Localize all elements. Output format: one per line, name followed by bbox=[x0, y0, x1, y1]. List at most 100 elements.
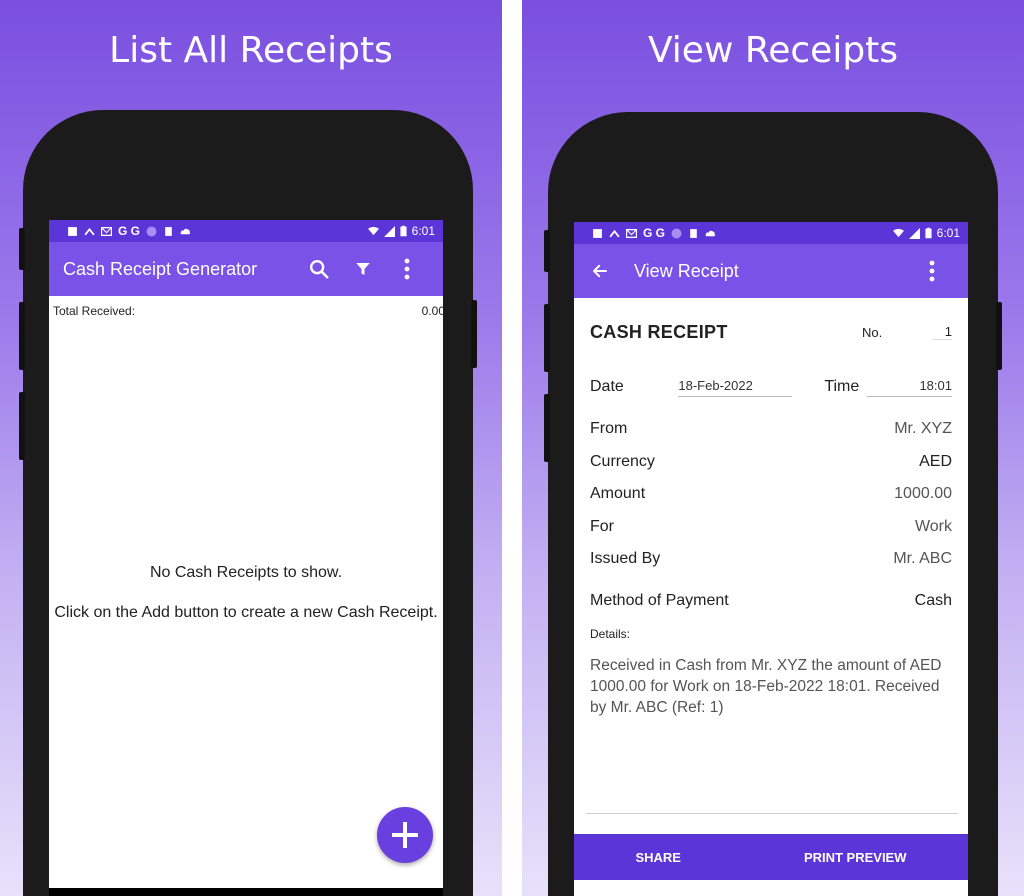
phone-side-button bbox=[544, 394, 550, 462]
panel-caption: View Receipts bbox=[647, 30, 899, 71]
field-issued-by: Issued By Mr. ABC bbox=[590, 543, 952, 576]
date-time-row: Date 18-Feb-2022 Time 18:01 bbox=[590, 366, 952, 408]
app-title: View Receipt bbox=[634, 260, 739, 281]
cloud-icon bbox=[705, 230, 716, 236]
circle-icon bbox=[146, 226, 157, 236]
time-field[interactable]: 18:01 bbox=[866, 378, 952, 397]
receipt-number: 1 bbox=[932, 324, 952, 340]
sd-card-icon bbox=[165, 226, 172, 236]
notification-icons: G G bbox=[592, 226, 716, 240]
back-arrow-icon bbox=[593, 264, 607, 278]
field-label: Issued By bbox=[590, 550, 661, 568]
field-for: For Work bbox=[590, 511, 952, 544]
system-nav-bar bbox=[49, 888, 443, 896]
details-text: Received in Cash from Mr. XYZ the amount… bbox=[590, 657, 942, 716]
notification-icons: G G bbox=[67, 224, 191, 238]
share-button[interactable]: SHARE bbox=[635, 850, 681, 865]
signal-icon bbox=[383, 225, 395, 237]
more-vert-icon bbox=[404, 258, 410, 280]
app-screen: G G 6:01 View Receipt CASH RECEIPT No. 1… bbox=[574, 222, 968, 896]
cloud-icon bbox=[180, 228, 191, 234]
right-promo-panel: View Receipts G G 6:01 View Receipt CASH… bbox=[522, 0, 1024, 896]
back-button[interactable] bbox=[578, 249, 622, 293]
field-value: Cash bbox=[914, 591, 952, 609]
field-value: Mr. XYZ bbox=[894, 420, 952, 438]
phone-side-button bbox=[19, 392, 25, 460]
system-status: 6:01 bbox=[367, 224, 435, 238]
total-received-value: 0.00 bbox=[421, 304, 443, 318]
divider bbox=[586, 813, 958, 814]
field-value: AED bbox=[919, 452, 952, 470]
left-promo-panel: List All Receipts G G 6:01 Cash Receipt … bbox=[0, 0, 502, 896]
status-bar: G G 6:01 bbox=[49, 220, 443, 242]
empty-state-title: No Cash Receipts to show. bbox=[149, 564, 343, 581]
missed-call-icon bbox=[84, 227, 95, 235]
wifi-icon bbox=[367, 226, 379, 235]
print-preview-button[interactable]: PRINT PREVIEW bbox=[804, 850, 907, 865]
more-vert-icon bbox=[929, 260, 935, 282]
overflow-menu-button[interactable] bbox=[910, 249, 954, 293]
field-label: Amount bbox=[590, 485, 646, 503]
battery-icon bbox=[925, 227, 932, 239]
system-status: 6:01 bbox=[892, 226, 960, 240]
search-button[interactable] bbox=[297, 247, 341, 291]
sd-card-icon bbox=[690, 228, 697, 238]
receipt-header: CASH RECEIPT No. 1 bbox=[590, 298, 952, 366]
phone-side-button bbox=[19, 228, 25, 270]
receipt-number-label: No. bbox=[862, 324, 883, 340]
filter-icon bbox=[356, 263, 370, 275]
action-bar: SHARE PRINT PREVIEW bbox=[574, 834, 968, 880]
field-value: 1000.00 bbox=[894, 485, 952, 503]
google-icons: G G bbox=[118, 224, 141, 238]
receipt-title: CASH RECEIPT bbox=[590, 321, 728, 342]
add-icon bbox=[392, 822, 418, 848]
field-label: For bbox=[590, 517, 614, 535]
clock: 6:01 bbox=[411, 224, 435, 238]
add-receipt-button[interactable] bbox=[377, 807, 433, 863]
notification-icon bbox=[593, 228, 602, 238]
phone-side-button bbox=[19, 302, 25, 370]
time-label: Time bbox=[824, 378, 860, 395]
app-bar: Cash Receipt Generator bbox=[49, 242, 443, 296]
receipt-view: CASH RECEIPT No. 1 Date 18-Feb-2022 Time… bbox=[574, 298, 968, 718]
field-label: Method of Payment bbox=[590, 591, 729, 609]
mail-icon bbox=[101, 226, 112, 236]
app-bar: View Receipt bbox=[574, 244, 968, 298]
phone-frame: G G 6:01 View Receipt CASH RECEIPT No. 1… bbox=[544, 112, 1002, 896]
notification-icon bbox=[68, 226, 77, 236]
app-title: Cash Receipt Generator bbox=[63, 258, 258, 279]
signal-icon bbox=[908, 227, 920, 239]
field-label: From bbox=[590, 420, 628, 438]
phone-side-button bbox=[544, 230, 550, 272]
status-bar: G G 6:01 bbox=[574, 222, 968, 244]
total-received-row: Total Received: 0.00 bbox=[49, 296, 443, 318]
overflow-menu-button[interactable] bbox=[385, 247, 429, 291]
phone-side-button bbox=[471, 300, 477, 368]
mail-icon bbox=[626, 228, 637, 238]
wifi-icon bbox=[892, 228, 904, 237]
clock: 6:01 bbox=[936, 226, 960, 240]
panel-caption: List All Receipts bbox=[109, 30, 393, 71]
field-currency: Currency AED bbox=[590, 446, 952, 479]
date-label: Date bbox=[590, 378, 624, 395]
receipt-fields: From Mr. XYZ Currency AED Amount 1000.00… bbox=[590, 413, 952, 576]
phone-side-button bbox=[544, 304, 550, 372]
field-amount: Amount 1000.00 bbox=[590, 478, 952, 511]
empty-state: No Cash Receipts to show. Click on the A… bbox=[49, 562, 443, 642]
filter-button[interactable] bbox=[341, 247, 385, 291]
google-icons: G G bbox=[643, 226, 666, 240]
phone-side-button bbox=[996, 302, 1002, 370]
field-value: Work bbox=[914, 517, 952, 535]
empty-state-hint: Click on the Add button to create a new … bbox=[54, 604, 438, 621]
field-method-of-payment: Method of Payment Cash bbox=[590, 585, 952, 618]
circle-icon bbox=[671, 228, 682, 238]
details-label: Details: bbox=[590, 627, 631, 641]
missed-call-icon bbox=[609, 229, 620, 237]
field-from: From Mr. XYZ bbox=[590, 413, 952, 446]
search-icon bbox=[310, 260, 329, 279]
date-field[interactable]: 18-Feb-2022 bbox=[678, 378, 793, 397]
phone-frame: G G 6:01 Cash Receipt Generator Total Re… bbox=[19, 110, 477, 896]
app-screen: G G 6:01 Cash Receipt Generator Total Re… bbox=[49, 220, 443, 896]
field-label: Currency bbox=[590, 452, 655, 470]
battery-icon bbox=[400, 225, 407, 237]
